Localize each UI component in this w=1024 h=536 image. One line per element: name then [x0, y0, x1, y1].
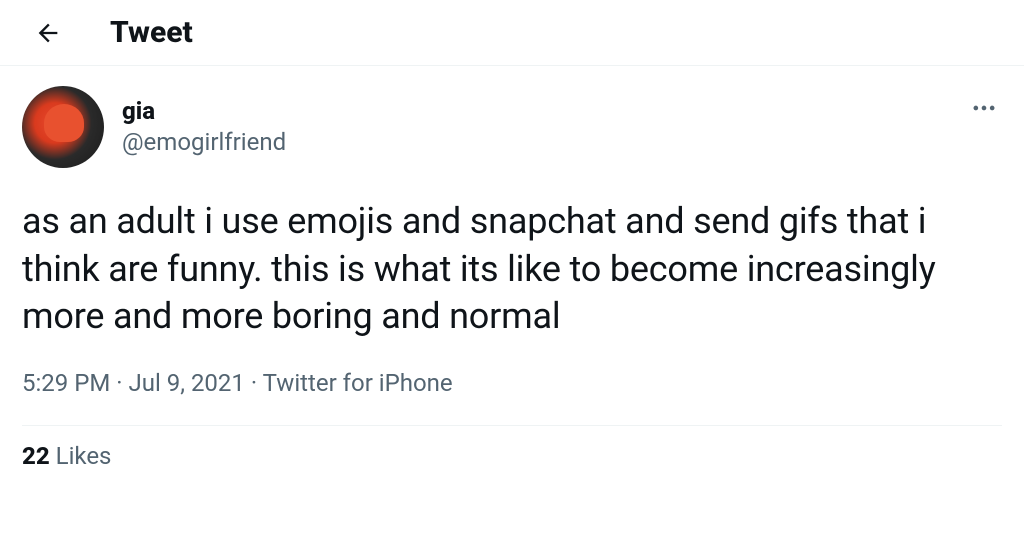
display-name[interactable]: gia: [122, 96, 286, 126]
back-arrow-icon: [34, 19, 62, 47]
more-icon: [970, 94, 998, 122]
tweet-meta: 5:29 PM · Jul 9, 2021 · Twitter for iPho…: [22, 369, 1002, 397]
user-handle[interactable]: @emogirlfriend: [122, 126, 286, 158]
back-button[interactable]: [30, 15, 66, 51]
meta-separator: ·: [245, 369, 263, 397]
tweet-source[interactable]: Twitter for iPhone: [263, 369, 453, 397]
more-options-button[interactable]: [966, 90, 1002, 126]
tweet-stats[interactable]: 22 Likes: [22, 426, 1002, 486]
tweet-header: gia @emogirlfriend: [22, 86, 1002, 168]
likes-count: 22: [22, 442, 50, 470]
page-title: Tweet: [110, 15, 193, 50]
user-info: gia @emogirlfriend: [22, 86, 286, 168]
likes-label: Likes: [56, 442, 112, 470]
user-text-block: gia @emogirlfriend: [122, 96, 286, 158]
tweet-text: as an adult i use emojis and snapchat an…: [22, 198, 1002, 341]
header-bar: Tweet: [0, 0, 1024, 66]
tweet-time[interactable]: 5:29 PM: [22, 369, 110, 397]
meta-separator: ·: [110, 369, 128, 397]
avatar[interactable]: [22, 86, 104, 168]
tweet-container: gia @emogirlfriend as an adult i use emo…: [0, 66, 1024, 486]
tweet-date[interactable]: Jul 9, 2021: [129, 369, 245, 397]
